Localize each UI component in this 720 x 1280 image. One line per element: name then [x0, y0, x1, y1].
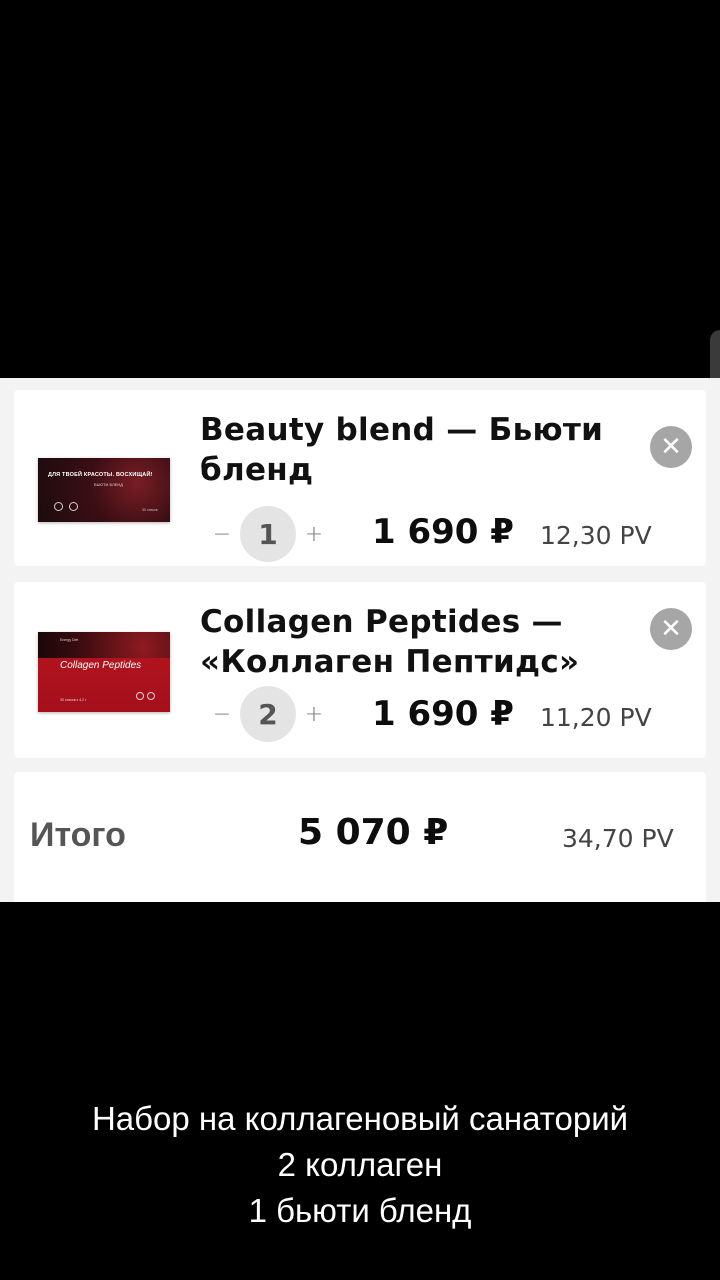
quantity-value: 1 — [240, 506, 296, 562]
increase-quantity-button[interactable]: + — [302, 522, 326, 547]
cart-total: Итого 5 070 ₽ 34,70 PV — [14, 772, 706, 902]
quantity-stepper: − 2 + — [210, 686, 326, 742]
item-pv: 11,20 PV — [540, 703, 652, 732]
badge-icon — [147, 692, 155, 700]
quantity-stepper: − 1 + — [210, 506, 326, 562]
total-label: Итого — [30, 816, 126, 854]
decrease-quantity-button[interactable]: − — [210, 522, 234, 547]
thumb-title: Collagen Peptides — [60, 660, 142, 671]
thumb-headline: ДЛЯ ТВОЕЙ КРАСОТЫ. ВОСХИЩАЙ! — [48, 472, 153, 478]
thumb-subline: БЬЮТИ БЛЕНД — [94, 482, 124, 487]
thumb-icons — [54, 502, 78, 511]
product-title[interactable]: Collagen Peptides — «Коллаген Пептидс» — [200, 602, 620, 682]
item-price: 1 690 ₽ — [372, 694, 514, 734]
badge-icon — [136, 692, 144, 700]
product-image-collagen-peptides[interactable]: Energy Diet Collagen Peptides 30 стиков … — [38, 632, 170, 712]
product-title[interactable]: Beauty blend — Бьюти бленд — [200, 410, 620, 490]
thumb-small: 30 стиков х 4,2 г — [60, 698, 87, 702]
close-icon: ✕ — [660, 432, 682, 462]
item-pv: 12,30 PV — [540, 521, 652, 550]
total-price: 5 070 ₽ — [298, 812, 449, 853]
thumb-icons — [136, 692, 155, 700]
decrease-quantity-button[interactable]: − — [210, 702, 234, 727]
caption-line: 2 коллаген — [277, 1146, 443, 1183]
quantity-value: 2 — [240, 686, 296, 742]
item-price: 1 690 ₽ — [372, 512, 514, 552]
badge-icon — [69, 502, 78, 511]
caption-line: 1 бьюти бленд — [248, 1192, 472, 1229]
increase-quantity-button[interactable]: + — [302, 702, 326, 727]
cart-item: ДЛЯ ТВОЕЙ КРАСОТЫ. ВОСХИЩАЙ! БЬЮТИ БЛЕНД… — [14, 390, 706, 566]
close-icon: ✕ — [660, 614, 682, 644]
total-pv: 34,70 PV — [562, 824, 674, 853]
thumb-brand: Energy Diet — [60, 638, 79, 642]
cart-item: Energy Diet Collagen Peptides 30 стиков … — [14, 582, 706, 758]
caption-line: Набор на коллагеновый санаторий — [91, 1100, 629, 1137]
product-image-beauty-blend[interactable]: ДЛЯ ТВОЕЙ КРАСОТЫ. ВОСХИЩАЙ! БЬЮТИ БЛЕНД… — [38, 458, 170, 522]
badge-icon — [54, 502, 63, 511]
remove-item-button[interactable]: ✕ — [650, 426, 692, 468]
thumb-small: 30 стиков — [142, 508, 158, 512]
remove-item-button[interactable]: ✕ — [650, 608, 692, 650]
story-caption: Набор на коллагеновый санаторий 2 коллаг… — [0, 1096, 720, 1234]
thumb-banner — [38, 632, 170, 658]
cart-panel: ДЛЯ ТВОЕЙ КРАСОТЫ. ВОСХИЩАЙ! БЬЮТИ БЛЕНД… — [0, 378, 720, 902]
